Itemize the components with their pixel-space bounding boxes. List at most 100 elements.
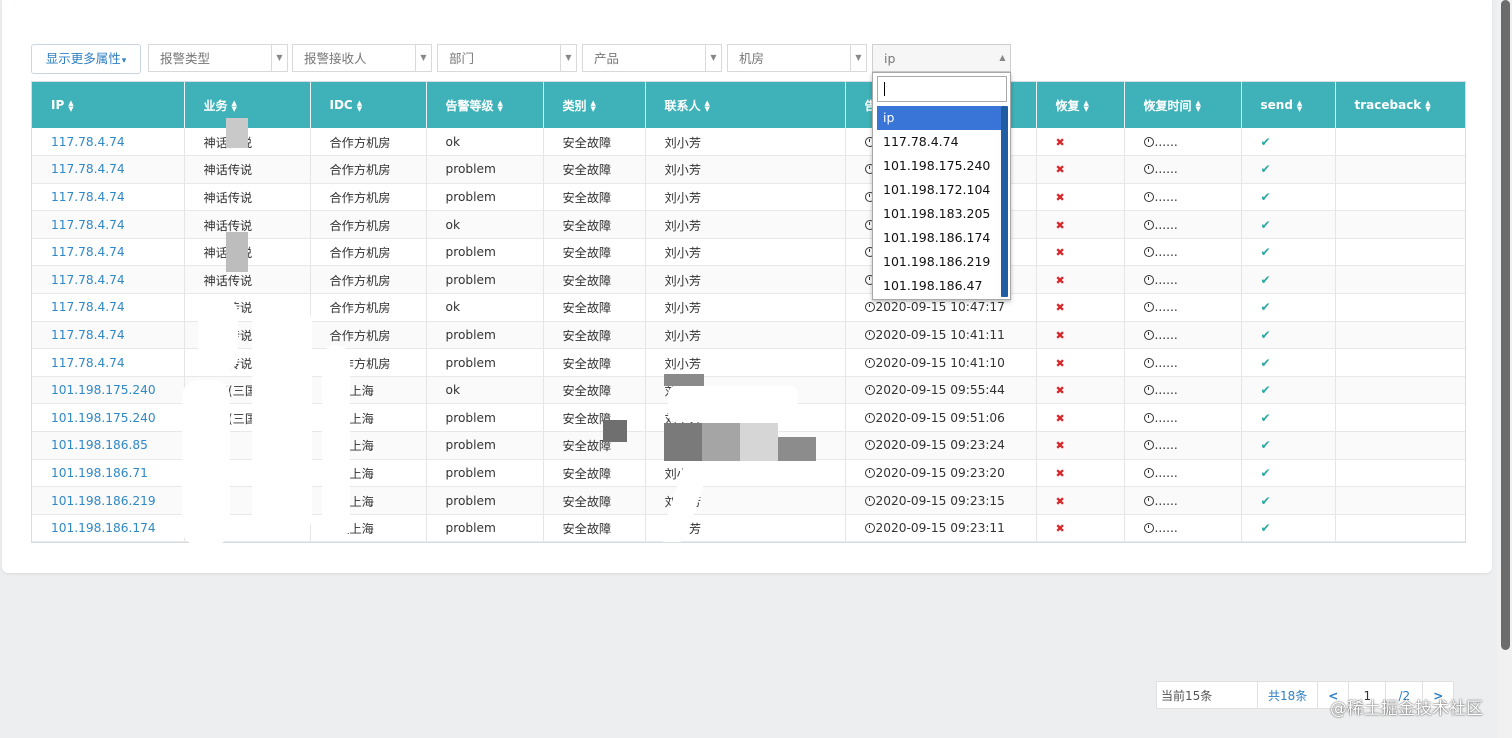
sort-icon[interactable]: ▲▼ — [705, 100, 712, 113]
ip-link[interactable]: 101.198.175.240 — [51, 411, 156, 425]
total-count[interactable]: 共18条 — [1257, 681, 1319, 709]
department-select[interactable]: 部门 ▼ — [437, 44, 577, 72]
ip-link[interactable]: 117.78.4.74 — [51, 218, 125, 232]
current-count: 当前15条 — [1156, 681, 1258, 709]
ip-link[interactable]: 101.198.186.85 — [51, 438, 148, 452]
dropdown-scrollbar-thumb[interactable] — [1001, 106, 1008, 297]
ip-search-input[interactable] — [877, 76, 1007, 102]
alert-receiver-select[interactable]: 报警接收人 ▼ — [292, 44, 432, 72]
x-icon: ✖ — [1055, 190, 1065, 204]
recover-time: ...... — [1154, 438, 1178, 453]
ip-link[interactable]: 101.198.175.240 — [51, 383, 156, 397]
column-header[interactable]: 恢复 ▲▼ — [1036, 82, 1125, 128]
ip-option[interactable]: 101.198.183.205 — [877, 202, 1001, 226]
recover-time-cell: ...... — [1124, 431, 1242, 460]
machine-room-select[interactable]: 机房 ▼ — [727, 44, 867, 72]
check-icon: ✔ — [1260, 245, 1271, 260]
ip-option[interactable]: 117.78.4.74 — [877, 130, 1001, 154]
traceback-cell — [1335, 183, 1465, 212]
ip-option[interactable]: ip — [877, 106, 1001, 130]
recover-time-cell: ...... — [1124, 459, 1242, 488]
ip-option[interactable]: 101.198.186.219 — [877, 250, 1001, 274]
column-header[interactable]: IP ▲▼ — [32, 82, 185, 128]
send-cell: ✔ — [1241, 210, 1336, 239]
column-header[interactable]: IDC ▲▼ — [310, 82, 427, 128]
privacy-blur — [226, 118, 248, 148]
column-header[interactable]: send ▲▼ — [1241, 82, 1336, 128]
column-header[interactable]: traceback ▲▼ — [1335, 82, 1465, 128]
column-header[interactable]: 恢复时间 ▲▼ — [1124, 82, 1242, 128]
privacy-blur — [702, 423, 740, 461]
recover-cell: ✖ — [1036, 293, 1125, 322]
alert-type-select[interactable]: 报警类型 ▼ — [148, 44, 288, 72]
recover-time: ...... — [1154, 493, 1178, 508]
dropdown-scrollbar[interactable] — [1001, 106, 1008, 297]
column-header[interactable]: 告警等级 ▲▼ — [426, 82, 544, 128]
sort-icon[interactable]: ▲▼ — [68, 99, 75, 112]
biz-cell: 神话传说 — [184, 155, 311, 184]
sort-icon[interactable]: ▲▼ — [357, 99, 364, 112]
send-cell: ✔ — [1241, 376, 1336, 405]
alert-time-cell: 2020-09-15 09:23:20 — [845, 459, 1037, 488]
check-icon: ✔ — [1260, 300, 1271, 315]
check-icon: ✔ — [1260, 162, 1271, 177]
column-header[interactable]: 联系人 ▲▼ — [645, 82, 846, 128]
sort-icon[interactable]: ▲▼ — [1297, 99, 1304, 112]
ip-link[interactable]: 117.78.4.74 — [51, 190, 125, 204]
ip-link[interactable]: 101.198.186.71 — [51, 466, 148, 480]
ip-option[interactable]: 101.198.172.104 — [877, 178, 1001, 202]
ip-link[interactable]: 117.78.4.74 — [51, 162, 125, 176]
level-cell: problem — [426, 514, 544, 543]
ip-link[interactable]: 117.78.4.74 — [51, 245, 125, 259]
clock-icon — [1143, 495, 1154, 506]
send-cell: ✔ — [1241, 238, 1336, 267]
table-row: 117.78.4.74神话传说合作方机房problem安全故障刘小芳2020-0… — [32, 183, 1465, 212]
clock-icon — [864, 412, 875, 423]
ip-link[interactable]: 117.78.4.74 — [51, 328, 125, 342]
recover-cell: ✖ — [1036, 514, 1125, 543]
level-cell: problem — [426, 265, 544, 295]
product-select[interactable]: 产品 ▼ — [582, 44, 722, 72]
ip-option[interactable]: 101.198.175.240 — [877, 154, 1001, 178]
ip-link[interactable]: 117.78.4.74 — [51, 273, 125, 287]
traceback-cell — [1335, 486, 1465, 515]
ip-link[interactable]: 101.198.186.219 — [51, 494, 156, 508]
recover-time-cell: ...... — [1124, 128, 1242, 157]
sort-icon[interactable]: ▲▼ — [498, 100, 505, 113]
ip-link[interactable]: 117.78.4.74 — [51, 356, 125, 370]
ip-option[interactable]: 101.198.186.47 — [877, 274, 1001, 298]
check-icon: ✔ — [1260, 438, 1271, 453]
idc-cell: 合作方机房 — [310, 321, 427, 350]
category-cell: 安全故障 — [543, 459, 646, 488]
ip-link[interactable]: 101.198.186.174 — [51, 521, 156, 535]
sort-icon[interactable]: ▲▼ — [591, 100, 598, 113]
show-more-attributes-button[interactable]: 显示更多属性▾ — [31, 44, 141, 74]
clock-icon — [864, 385, 875, 396]
clock-icon — [1143, 164, 1154, 175]
sort-icon[interactable]: ▲▼ — [1084, 100, 1091, 113]
table-row: 117.78.4.74神话传说合作方机房ok安全故障刘小芳2020-09-15 … — [32, 293, 1465, 322]
x-icon: ✖ — [1055, 246, 1065, 260]
ip-select[interactable]: ip ▲ — [872, 44, 1011, 72]
sort-icon[interactable]: ▲▼ — [1425, 99, 1432, 112]
ip-option-list: ip 117.78.4.74 101.198.175.240 101.198.172.… — [877, 106, 1001, 298]
ip-link[interactable]: 117.78.4.74 — [51, 300, 125, 314]
ip-cell: 117.78.4.74 — [32, 183, 185, 212]
column-header-label: 业务 — [203, 98, 228, 113]
column-header-label: 告警等级 — [445, 98, 494, 113]
column-header[interactable]: 类别 ▲▼ — [543, 82, 646, 128]
column-header-label: IDC — [329, 98, 353, 112]
traceback-cell — [1335, 403, 1465, 433]
ip-cell: 117.78.4.74 — [32, 293, 185, 322]
ip-select-label: ip — [884, 51, 896, 66]
check-icon: ✔ — [1260, 465, 1271, 480]
send-cell: ✔ — [1241, 293, 1336, 322]
page-scrollbar-thumb[interactable] — [1501, 0, 1510, 650]
sort-icon[interactable]: ▲▼ — [1196, 100, 1203, 113]
ip-option[interactable]: 101.198.186.174 — [877, 226, 1001, 250]
send-cell: ✔ — [1241, 321, 1336, 350]
sort-icon[interactable]: ▲▼ — [232, 100, 239, 113]
level-cell: ok — [426, 128, 544, 157]
ip-cell: 117.78.4.74 — [32, 321, 185, 350]
ip-link[interactable]: 117.78.4.74 — [51, 135, 125, 149]
